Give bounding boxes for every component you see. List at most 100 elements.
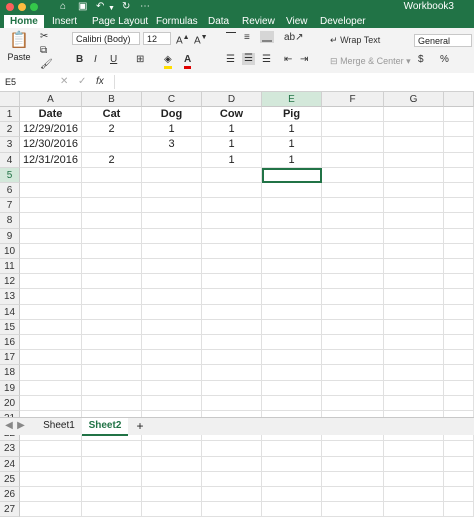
cell[interactable] bbox=[262, 380, 322, 396]
column-header[interactable]: C bbox=[142, 92, 202, 107]
cell[interactable] bbox=[20, 502, 82, 517]
cell[interactable] bbox=[20, 183, 82, 199]
column-header[interactable]: F bbox=[322, 92, 384, 107]
cell[interactable] bbox=[82, 183, 142, 199]
bold-button[interactable]: B bbox=[76, 54, 83, 66]
cell[interactable] bbox=[82, 304, 142, 320]
cell[interactable] bbox=[82, 137, 142, 153]
row-header[interactable]: 23 bbox=[0, 441, 20, 457]
cell[interactable]: 12/31/2016 bbox=[20, 152, 82, 168]
cell[interactable] bbox=[322, 228, 384, 244]
tab-home[interactable]: Home bbox=[4, 15, 44, 28]
font-color-icon[interactable]: A bbox=[184, 54, 192, 69]
cell[interactable] bbox=[322, 365, 384, 381]
home-icon[interactable]: ⌂ bbox=[60, 1, 66, 13]
cell[interactable] bbox=[20, 471, 82, 487]
cell[interactable] bbox=[202, 319, 262, 335]
cell[interactable] bbox=[82, 395, 142, 411]
cell[interactable] bbox=[384, 152, 444, 168]
cell[interactable] bbox=[322, 441, 384, 457]
close-window-button[interactable] bbox=[6, 3, 14, 11]
cell[interactable] bbox=[142, 335, 202, 351]
cell[interactable] bbox=[384, 228, 444, 244]
align-bottom-icon[interactable]: ⎽ bbox=[260, 31, 274, 43]
row-header[interactable]: 5 bbox=[0, 167, 20, 183]
cell[interactable] bbox=[202, 289, 262, 305]
cell[interactable] bbox=[202, 487, 262, 503]
align-center-icon[interactable]: ☰ bbox=[242, 53, 255, 65]
column-header[interactable]: D bbox=[202, 92, 262, 107]
row-header[interactable]: 24 bbox=[0, 456, 20, 472]
tab-data[interactable]: Data bbox=[202, 15, 235, 28]
cell[interactable]: Date bbox=[20, 107, 82, 123]
confirm-formula-icon[interactable]: ✓ bbox=[78, 76, 86, 88]
cell[interactable] bbox=[82, 274, 142, 290]
font-size-select[interactable]: 12 bbox=[143, 32, 171, 45]
cell[interactable] bbox=[262, 259, 322, 275]
row-header[interactable]: 13 bbox=[0, 289, 20, 305]
row-header[interactable]: 2 bbox=[0, 122, 20, 138]
cell[interactable] bbox=[20, 487, 82, 503]
cell[interactable]: 1 bbox=[202, 137, 262, 153]
cell[interactable]: 3 bbox=[142, 137, 202, 153]
decrease-font-icon[interactable]: A▼ bbox=[194, 32, 208, 47]
cell[interactable] bbox=[202, 471, 262, 487]
cell[interactable] bbox=[82, 243, 142, 259]
cell[interactable] bbox=[322, 167, 384, 183]
cell[interactable] bbox=[322, 471, 384, 487]
cell[interactable] bbox=[202, 335, 262, 351]
row-header[interactable]: 4 bbox=[0, 152, 20, 168]
add-sheet-button[interactable]: + bbox=[132, 418, 148, 434]
cell[interactable] bbox=[262, 441, 322, 457]
cell[interactable] bbox=[384, 183, 444, 199]
paste-button[interactable]: 📋 Paste bbox=[6, 31, 32, 69]
name-box[interactable]: E5 bbox=[2, 76, 52, 89]
cell[interactable] bbox=[262, 183, 322, 199]
cell[interactable] bbox=[202, 243, 262, 259]
row-header[interactable]: 16 bbox=[0, 335, 20, 351]
row-header[interactable]: 17 bbox=[0, 350, 20, 366]
cell[interactable] bbox=[384, 122, 444, 138]
cell[interactable] bbox=[82, 198, 142, 214]
wrap-text-button[interactable]: ↵ Wrap Text bbox=[330, 34, 380, 46]
undo-icon[interactable]: ↶ bbox=[96, 1, 104, 13]
prev-sheet-icon[interactable]: ◀ bbox=[4, 418, 14, 434]
row-header[interactable]: 9 bbox=[0, 228, 20, 244]
cell[interactable] bbox=[82, 471, 142, 487]
cell[interactable] bbox=[202, 441, 262, 457]
cell[interactable]: 12/30/2016 bbox=[20, 137, 82, 153]
redo-icon[interactable]: ↻ bbox=[122, 1, 130, 13]
cell[interactable] bbox=[384, 487, 444, 503]
save-icon[interactable]: ▣ bbox=[78, 1, 87, 13]
cell[interactable] bbox=[142, 152, 202, 168]
cell[interactable] bbox=[262, 289, 322, 305]
increase-font-icon[interactable]: A▲ bbox=[176, 32, 190, 47]
cell[interactable] bbox=[20, 395, 82, 411]
cell[interactable] bbox=[384, 502, 444, 517]
cell[interactable] bbox=[262, 319, 322, 335]
cell[interactable] bbox=[262, 395, 322, 411]
tab-sheet2[interactable]: Sheet2 bbox=[82, 418, 128, 436]
cell[interactable] bbox=[322, 456, 384, 472]
cell[interactable] bbox=[202, 183, 262, 199]
cell[interactable] bbox=[142, 274, 202, 290]
percent-button[interactable]: % bbox=[440, 54, 449, 66]
cell[interactable]: 12/29/2016 bbox=[20, 122, 82, 138]
merge-center-button[interactable]: ⊟ Merge & Center ▾ bbox=[330, 55, 411, 67]
copy-icon[interactable]: ⧉ bbox=[40, 45, 47, 57]
cell[interactable] bbox=[20, 350, 82, 366]
cell[interactable] bbox=[20, 335, 82, 351]
cell[interactable] bbox=[322, 198, 384, 214]
cell[interactable]: Pig bbox=[262, 107, 322, 123]
cell[interactable]: 1 bbox=[262, 122, 322, 138]
borders-icon[interactable]: ⊞ bbox=[136, 54, 144, 66]
column-header[interactable]: G bbox=[384, 92, 444, 107]
cell[interactable]: 1 bbox=[142, 122, 202, 138]
cell[interactable] bbox=[142, 471, 202, 487]
fill-color-icon[interactable]: ◈ bbox=[164, 54, 172, 69]
row-header[interactable]: 6 bbox=[0, 183, 20, 199]
cell[interactable] bbox=[82, 335, 142, 351]
italic-button[interactable]: I bbox=[94, 54, 97, 66]
cell[interactable] bbox=[202, 228, 262, 244]
zoom-window-button[interactable] bbox=[30, 3, 38, 11]
